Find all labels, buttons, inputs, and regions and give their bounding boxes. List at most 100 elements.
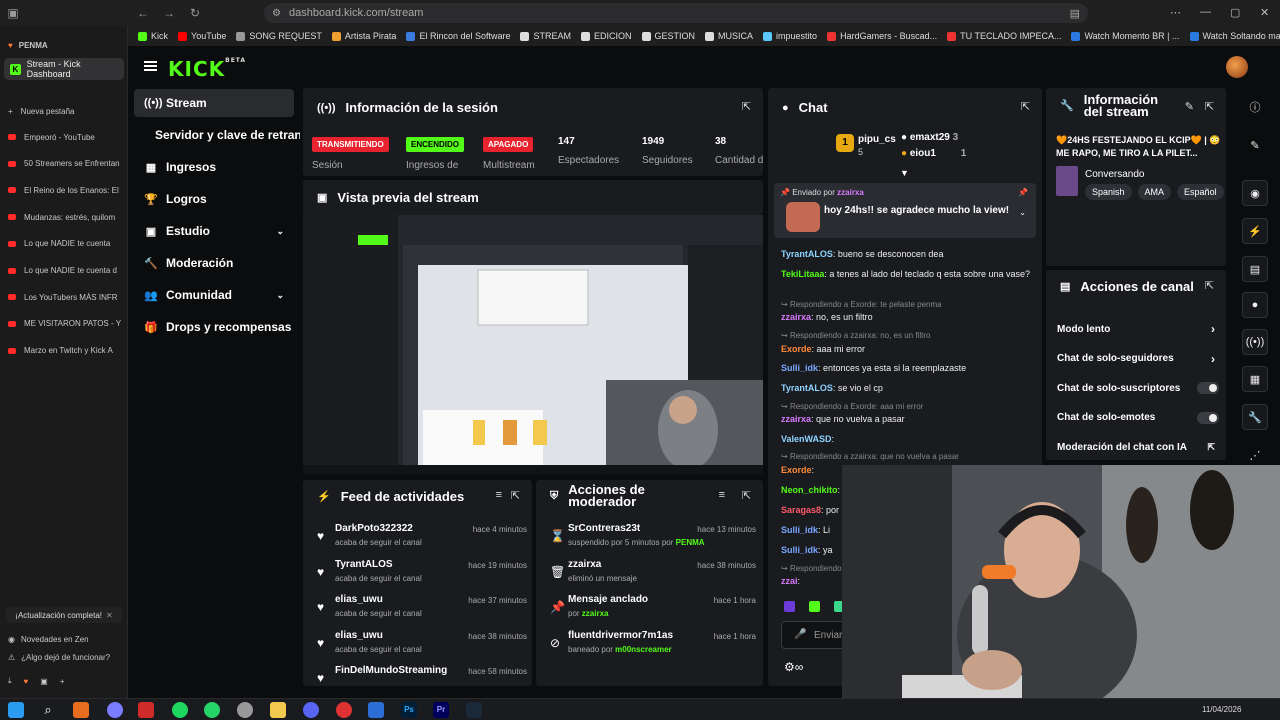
chat-username[interactable]: zzairxa xyxy=(781,414,811,424)
filter-icon[interactable]: ≡ xyxy=(719,489,725,501)
chat-message[interactable]: ValenWASD: xyxy=(781,433,1042,446)
chat-username[interactable]: TyrantALOS xyxy=(781,249,833,259)
channel-action-row[interactable]: Chat de solo-suscriptores xyxy=(1057,380,1219,396)
bookmark[interactable]: STREAM xyxy=(520,31,571,41)
chat-message[interactable]: zzairxa: que no vuelva a pasar xyxy=(781,413,1042,426)
category-name[interactable]: Conversando xyxy=(1085,169,1144,180)
mod-action-target[interactable]: Mensaje anclado xyxy=(568,594,648,605)
chat-reply-context[interactable]: ↪ Respondiendo a Exorde: te pelaste penm… xyxy=(781,300,942,309)
discord-icon[interactable] xyxy=(303,702,319,718)
mod-action-item[interactable]: ⌛ SrContreras23t suspendido por 5 minutos … xyxy=(550,523,756,555)
footer-box-icon[interactable]: ▣ xyxy=(40,677,48,686)
popout-icon[interactable]: ⇱ xyxy=(1205,100,1214,113)
toast-close-icon[interactable]: ✕ xyxy=(106,611,113,620)
premiere-icon[interactable]: Pr xyxy=(433,702,449,718)
obs-icon[interactable] xyxy=(336,702,352,718)
active-tab[interactable]: K Stream - Kick Dashboard xyxy=(4,58,124,80)
chat-username[interactable]: TekiLitaaa xyxy=(781,269,824,279)
nav-sub-stream-key[interactable]: Servidor y clave de retransmisión xyxy=(155,128,300,142)
bookmark[interactable]: El Rincon del Software xyxy=(406,31,510,41)
bookmark[interactable]: TU TECLADO IMPECA... xyxy=(947,31,1061,41)
bookmark[interactable]: YouTube xyxy=(178,31,226,41)
chat-username[interactable]: ValenWASD xyxy=(781,434,832,444)
mod-action-by[interactable]: m00nscreamer xyxy=(615,645,671,654)
maximize-icon[interactable]: ▢ xyxy=(1230,6,1240,19)
more-icon[interactable]: ⋯ xyxy=(1170,6,1181,19)
back-icon[interactable]: ← xyxy=(130,6,156,20)
stream-tag[interactable]: AMA xyxy=(1137,184,1172,200)
reader-icon[interactable]: ▤ xyxy=(1070,7,1080,20)
browser-tab[interactable]: Los YouTubers MÁS INFR xyxy=(8,290,124,304)
mod-action-by[interactable]: zzairxa xyxy=(582,609,609,618)
spotify-icon[interactable] xyxy=(172,702,188,718)
chat-username[interactable]: TyrantALOS xyxy=(781,383,833,393)
chat-reply-context[interactable]: ↪ Respondiendo a zzairxa: que no vuelva … xyxy=(781,452,959,461)
activity-item[interactable]: ♥ elias_uwu acaba de seguir el canal hace 3… xyxy=(317,594,527,626)
mod-action-target[interactable]: zzairxa xyxy=(568,559,601,570)
activity-user[interactable]: DarkPoto322322 xyxy=(335,523,413,534)
sidebar-toggle-icon[interactable]: ▣ xyxy=(0,6,26,20)
nav-item-moderaci-n[interactable]: 🔨 Moderación xyxy=(134,249,294,277)
wrench-icon[interactable]: 🔧 xyxy=(1242,404,1268,430)
chat-username[interactable]: Sulli_idk xyxy=(781,545,818,555)
bookmark[interactable]: Watch Momento BR | ... xyxy=(1071,31,1180,41)
unpin-icon[interactable]: 📌 xyxy=(1018,188,1028,197)
camera-icon[interactable]: ◉ xyxy=(1242,180,1268,206)
activity-item[interactable]: ♥ FinDelMundoStreaming hace 58 minutos xyxy=(317,665,527,686)
activity-user[interactable]: FinDelMundoStreaming xyxy=(335,665,447,676)
chevron-right-icon[interactable]: › xyxy=(1211,322,1215,336)
mod-action-item[interactable]: 🗑 zzairxa eliminó un mensaje hace 38 minut… xyxy=(550,559,756,591)
activity-user[interactable]: elias_uwu xyxy=(335,594,383,605)
mod-action-target[interactable]: SrContreras23t xyxy=(568,523,640,534)
close-icon[interactable]: ✕ xyxy=(1260,6,1269,19)
chevron-down-icon[interactable]: ⌄ xyxy=(1019,208,1026,217)
chat-username[interactable]: Sulli_idk xyxy=(781,525,818,535)
popout-icon[interactable]: ⇱ xyxy=(1021,100,1030,113)
minimize-icon[interactable]: — xyxy=(1200,6,1211,18)
emote-icon[interactable] xyxy=(809,601,820,612)
chevron-down-icon[interactable]: ⌄ xyxy=(276,226,284,237)
tab-group[interactable]: ♥ PENMA xyxy=(8,38,124,52)
info-icon[interactable]: ⓘ xyxy=(1242,94,1268,120)
external-link-icon[interactable]: ⇱ xyxy=(1207,442,1215,453)
category-thumbnail[interactable] xyxy=(1056,166,1078,196)
chat-message[interactable]: TekiLitaaa: a tenes al lado del teclado … xyxy=(781,268,1042,281)
activity-item[interactable]: ♥ elias_uwu acaba de seguir el canal hace 3… xyxy=(317,630,527,662)
nav-item-drops-y-recompensas[interactable]: 🎁 Drops y recompensas xyxy=(134,313,294,341)
bookmark[interactable]: MUSICA xyxy=(705,31,753,41)
broadcast-icon[interactable]: ((•)) xyxy=(1242,329,1268,355)
bookmark[interactable]: SONG REQUEST xyxy=(236,31,322,41)
pinned-message[interactable]: 📌 Enviado por zzairxa hoy 24hs!! se agra… xyxy=(774,183,1036,238)
bookmark[interactable]: impuestito xyxy=(763,31,817,41)
chat-reply-context[interactable]: ↪ Respondiendo a Exorde: aaa mi error xyxy=(781,402,923,411)
stream-preview[interactable] xyxy=(303,215,763,475)
channel-action-row[interactable]: Moderación del chat con IA ⇱ xyxy=(1057,439,1219,455)
nav-item-stream[interactable]: ((•)) Stream xyxy=(134,89,294,117)
popout-icon[interactable]: ⇱ xyxy=(742,489,751,502)
chat-username[interactable]: Neon_chikito xyxy=(781,485,838,495)
document-icon[interactable]: ▤ xyxy=(1242,256,1268,282)
channel-action-row[interactable]: Chat de solo-seguidores › xyxy=(1057,351,1219,367)
kick-logo[interactable]: KICKBETA xyxy=(168,57,246,81)
app-icon[interactable] xyxy=(107,702,123,718)
steam-icon[interactable] xyxy=(466,702,482,718)
browser-tab[interactable]: Empeoró - YouTube xyxy=(8,130,124,144)
browser-tab[interactable]: Lo que NADIE te cuenta d xyxy=(8,264,124,278)
chat-settings-icon[interactable]: ⚙∞ xyxy=(784,660,803,674)
browser-tab[interactable]: El Reino de los Enanos: El xyxy=(8,183,124,197)
popout-icon[interactable]: ⇱ xyxy=(742,100,751,113)
footer-plus-icon[interactable]: + xyxy=(60,677,65,686)
collapse-icon[interactable]: ▼ xyxy=(900,168,909,178)
chat-message[interactable]: TyrantALOS: se vio el cp xyxy=(781,382,1042,395)
chat-username[interactable]: zzairxa xyxy=(781,312,811,322)
nav-item-ingresos[interactable]: ▦ Ingresos xyxy=(134,153,294,181)
activity-user[interactable]: TyrantALOS xyxy=(335,559,393,570)
channel-action-row[interactable]: Chat de solo-emotes xyxy=(1057,410,1219,426)
download-icon[interactable]: ⤓ xyxy=(8,676,12,686)
site-info-icon[interactable]: ⚙ xyxy=(272,8,281,19)
app-icon[interactable] xyxy=(368,702,384,718)
url-text[interactable]: dashboard.kick.com/stream xyxy=(289,7,424,19)
bookmark[interactable]: EDICION xyxy=(581,31,632,41)
folder-icon[interactable] xyxy=(270,702,286,718)
chat-username[interactable]: Saragas8 xyxy=(781,505,821,515)
